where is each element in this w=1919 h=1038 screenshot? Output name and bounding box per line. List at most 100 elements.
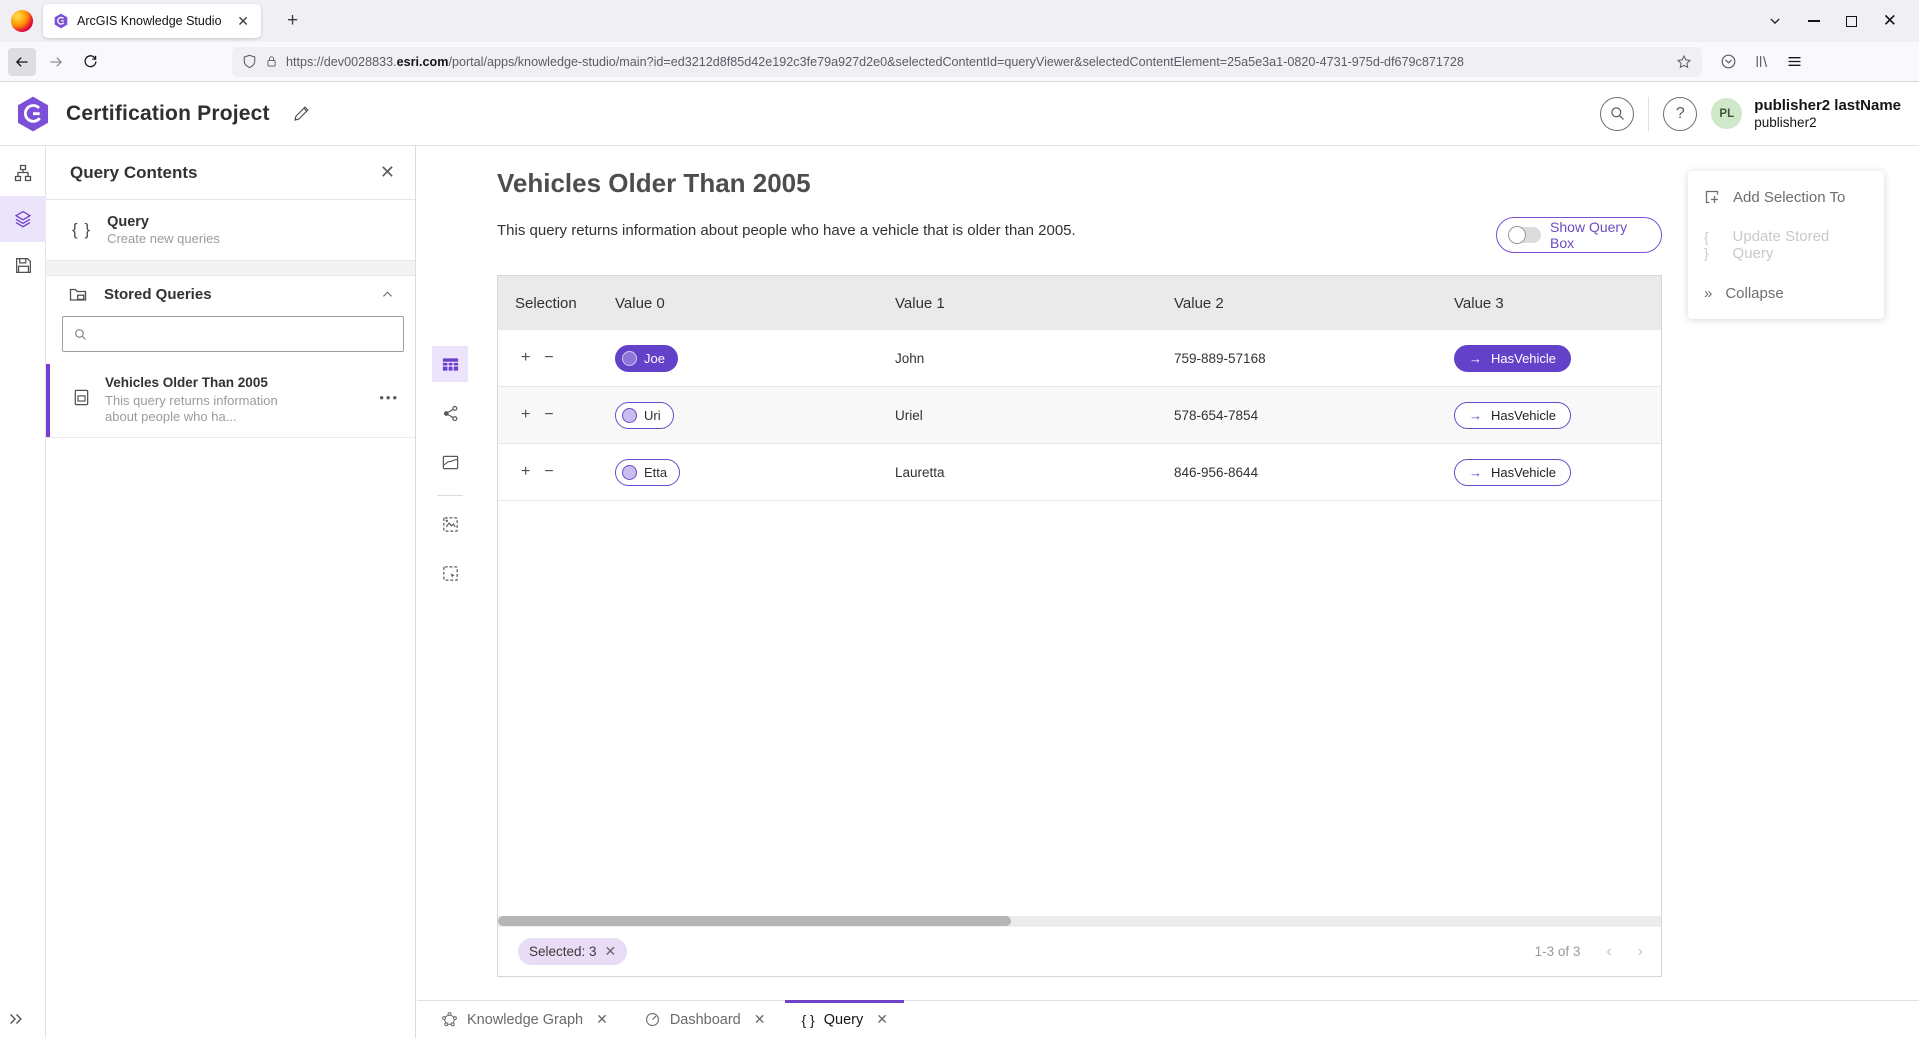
horizontal-scrollbar[interactable] (498, 916, 1661, 926)
table-row: + − Etta Lauretta 846-956-8644 →HasVehic… (498, 444, 1661, 501)
dashboard-gauge-icon (644, 1011, 661, 1028)
minimize-button[interactable] (1808, 20, 1820, 22)
double-chevron-right-icon (7, 1010, 25, 1028)
reload-button[interactable] (76, 48, 104, 76)
new-tab-button[interactable]: + (279, 10, 306, 32)
tab-query[interactable]: { } Query ✕ (785, 1001, 903, 1038)
stored-queries-search[interactable] (62, 316, 404, 352)
browser-tab[interactable]: ArcGIS Knowledge Studio ✕ (43, 4, 261, 38)
scrollbar-thumb[interactable] (498, 916, 1011, 926)
help-button[interactable]: ? (1663, 97, 1697, 131)
select-plus-button[interactable]: + (521, 464, 530, 480)
panel-title: Query Contents (70, 163, 380, 183)
project-title: Certification Project (66, 102, 270, 126)
link-chart-view-button[interactable] (432, 395, 468, 431)
link-chart-icon (441, 404, 460, 423)
column-header: Selection (498, 276, 598, 330)
close-tab-icon[interactable]: ✕ (876, 1011, 888, 1028)
previous-page-button[interactable]: ‹ (1606, 943, 1611, 961)
stored-queries-header[interactable]: Stored Queries (46, 276, 415, 312)
url-field[interactable]: https://dev0028833.esri.com/portal/apps/… (232, 47, 1702, 77)
select-minus-button[interactable]: − (544, 464, 553, 480)
value-cell: Uriel (878, 387, 1157, 443)
avatar[interactable]: PL (1711, 98, 1742, 129)
select-minus-button[interactable]: − (544, 407, 553, 423)
page-title: Vehicles Older Than 2005 (497, 168, 811, 199)
knowledge-studio-logo (14, 95, 52, 133)
map-add-icon (441, 515, 460, 534)
hierarchy-icon (13, 163, 33, 183)
select-minus-button[interactable]: − (544, 350, 553, 366)
selected-count-chip[interactable]: Selected: 3 ✕ (518, 938, 627, 965)
rail-contents-button[interactable] (0, 196, 46, 242)
list-tabs-icon[interactable] (1768, 14, 1782, 28)
stored-query-doc-icon (72, 388, 91, 407)
maximize-button[interactable] (1846, 16, 1857, 27)
firefox-icon[interactable] (11, 10, 33, 32)
back-button[interactable] (8, 48, 36, 76)
pocket-icon[interactable] (1720, 53, 1737, 70)
header-divider (1648, 97, 1649, 131)
stored-folder-icon (68, 284, 88, 304)
add-selection-icon (1704, 189, 1720, 205)
library-icon[interactable] (1753, 53, 1770, 70)
tab-dashboard[interactable]: Dashboard ✕ (628, 1001, 782, 1038)
arrow-right-icon: → (1469, 465, 1482, 480)
table-empty-space (498, 501, 1661, 916)
user-role: publisher2 (1754, 115, 1901, 131)
selection-tools-button[interactable] (432, 555, 468, 591)
table-view-button[interactable] (432, 346, 468, 382)
page-description: This query returns information about peo… (497, 222, 1076, 239)
tracking-shield-icon[interactable] (242, 54, 257, 69)
double-chevron-right-icon: » (1704, 285, 1712, 302)
entity-pill[interactable]: Joe (615, 345, 678, 372)
tab-close-icon[interactable]: ✕ (233, 13, 253, 30)
close-tab-icon[interactable]: ✕ (596, 1011, 608, 1028)
show-query-box-toggle[interactable]: Show Query Box (1496, 217, 1662, 253)
bookmark-star-icon[interactable] (1676, 54, 1692, 70)
panel-close-icon[interactable]: ✕ (380, 162, 395, 183)
close-tab-icon[interactable]: ✕ (754, 1011, 766, 1028)
rail-save-button[interactable] (0, 242, 46, 288)
select-plus-button[interactable]: + (521, 350, 530, 366)
clear-selection-icon[interactable]: ✕ (605, 943, 617, 960)
relationship-pill[interactable]: →HasVehicle (1454, 402, 1571, 429)
rail-project-tree-button[interactable] (0, 150, 46, 196)
column-header: Value 0 (598, 276, 878, 330)
next-page-button[interactable]: › (1638, 943, 1643, 961)
select-plus-button[interactable]: + (521, 407, 530, 423)
knowledge-graph-icon (441, 1011, 458, 1028)
lock-icon[interactable] (265, 54, 278, 69)
tab-knowledge-graph[interactable]: Knowledge Graph ✕ (425, 1001, 624, 1038)
column-header: Value 2 (1157, 276, 1437, 330)
add-to-map-button[interactable] (432, 506, 468, 542)
edit-pencil-icon[interactable] (292, 104, 311, 123)
search-icon (73, 327, 88, 342)
forward-button[interactable] (42, 48, 70, 76)
pagination-label: 1-3 of 3 (1535, 944, 1581, 959)
close-window-button[interactable]: ✕ (1883, 11, 1897, 31)
entity-pill[interactable]: Etta (615, 459, 680, 486)
map-view-button[interactable] (432, 444, 468, 480)
relationship-pill[interactable]: →HasVehicle (1454, 459, 1571, 486)
braces-icon: { } (801, 1012, 814, 1028)
results-table: Selection Value 0 Value 1 Value 2 Value … (497, 275, 1662, 977)
query-item[interactable]: { } Query Create new queries (46, 200, 415, 260)
braces-icon: { } (1704, 229, 1720, 261)
menu-item-add-selection-to[interactable]: Add Selection To (1688, 173, 1884, 221)
menu-item-update-stored-query[interactable]: { } Update Stored Query (1688, 221, 1884, 269)
search-input[interactable] (96, 327, 393, 342)
item-overflow-menu[interactable]: ••• (379, 390, 399, 405)
search-icon (1609, 105, 1626, 122)
menu-item-collapse[interactable]: » Collapse (1688, 269, 1884, 317)
entity-pill[interactable]: Uri (615, 402, 674, 429)
chevron-up-icon[interactable] (380, 287, 395, 302)
selection-context-menu: Add Selection To { } Update Stored Query… (1688, 171, 1884, 319)
braces-icon: { } (72, 220, 91, 240)
expand-rail-button[interactable] (7, 1010, 25, 1028)
relationship-pill[interactable]: →HasVehicle (1454, 345, 1571, 372)
stored-query-item[interactable]: Vehicles Older Than 2005 This query retu… (46, 364, 415, 438)
search-button[interactable] (1600, 97, 1634, 131)
menu-hamburger-icon[interactable] (1786, 53, 1803, 70)
section-separator (46, 260, 415, 276)
